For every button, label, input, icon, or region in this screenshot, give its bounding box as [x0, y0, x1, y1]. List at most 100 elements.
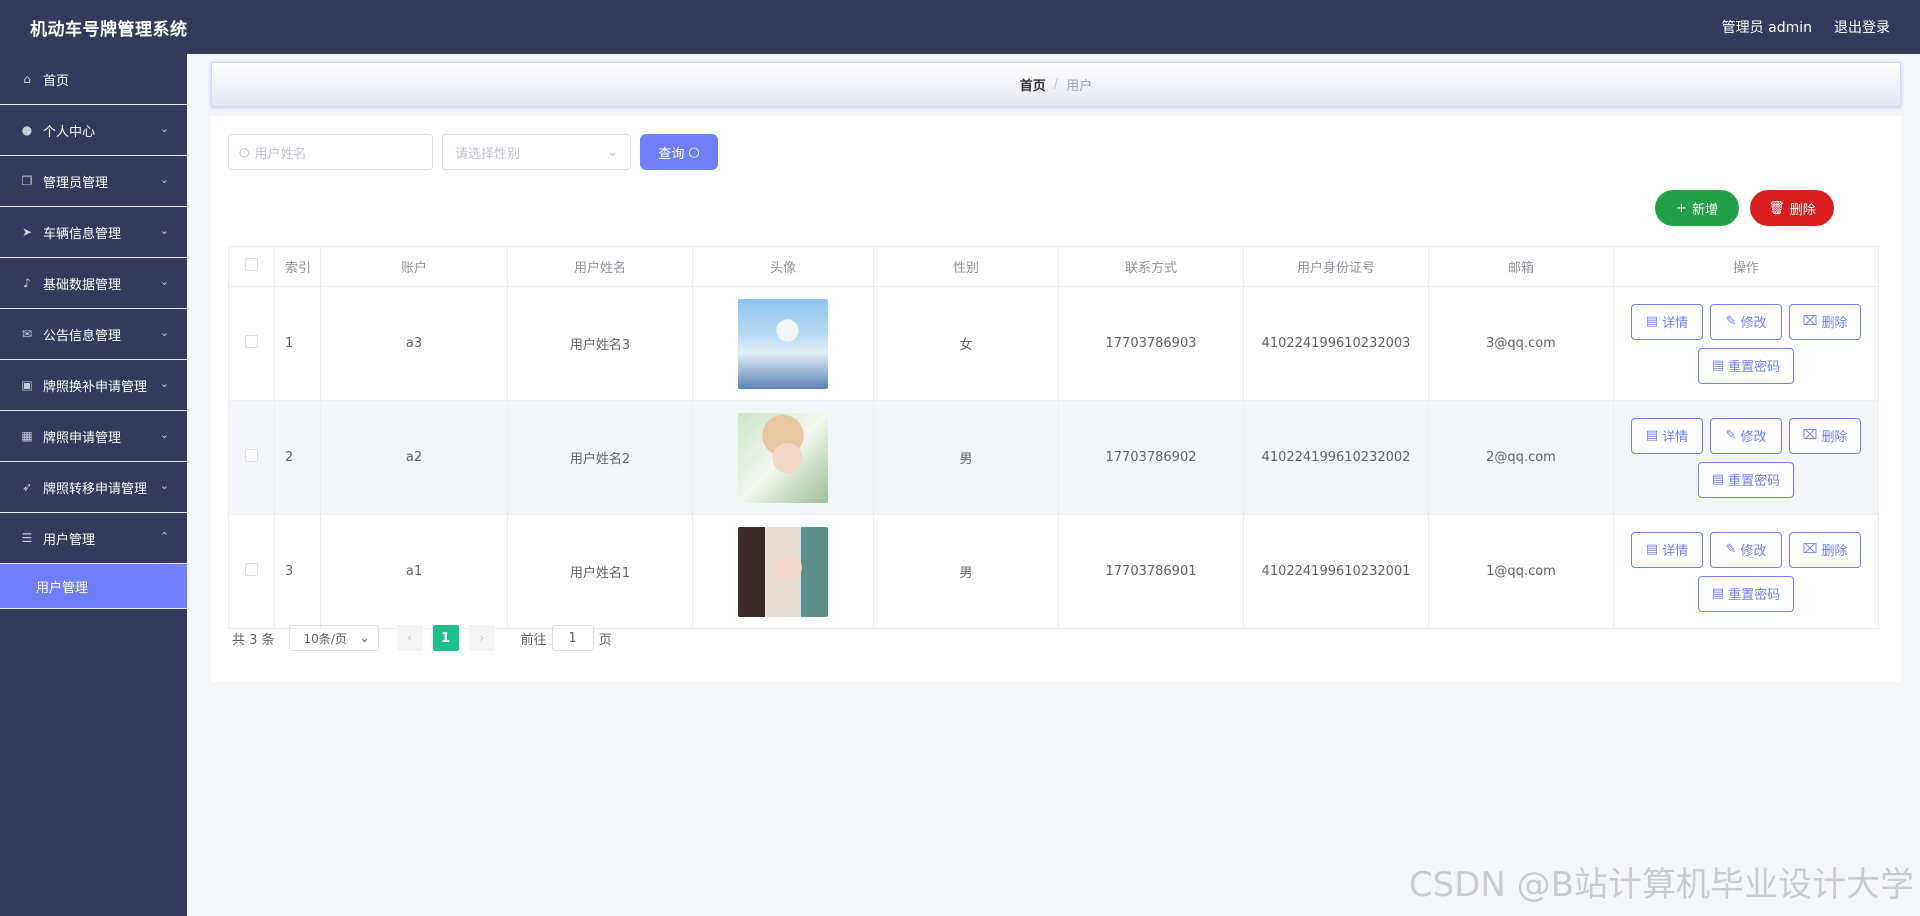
detail-button[interactable]: ▤ 详情: [1631, 417, 1703, 454]
cell-actions: ▤ 详情 ✎ 修改 ⌧ 删除 ▤ 重置密码: [1613, 514, 1879, 629]
col-account: 账户: [320, 246, 508, 287]
document-icon: ▤: [1645, 542, 1659, 557]
sidebar-item-personal[interactable]: ● 个人中心 ⌄: [0, 105, 187, 156]
total-count: 共 3 条: [232, 632, 275, 648]
detail-label: 详情: [1662, 544, 1689, 559]
sidebar-item-label: 牌照申请管理: [43, 430, 122, 446]
sidebar-item-label: 车辆信息管理: [43, 226, 122, 242]
reset-label: 重置密码: [1728, 474, 1781, 489]
add-label: 新增: [1691, 202, 1718, 218]
edit-icon: ✎: [1725, 542, 1737, 557]
sidebar-item-vehicle[interactable]: ➤ 车辆信息管理 ⌄: [0, 207, 187, 258]
edit-button[interactable]: ✎ 修改: [1710, 303, 1782, 340]
table-row: 2 a2 用户姓名2 男 17703786902 410224199610232…: [228, 400, 1879, 515]
cell-email: 1@qq.com: [1428, 514, 1614, 629]
mail-icon: ✉: [21, 327, 33, 341]
delete-button[interactable]: ⌧ 删除: [1789, 531, 1861, 568]
send-icon: ➤: [21, 225, 33, 239]
row-checkbox[interactable]: [245, 563, 258, 576]
table-row: 1 a3 用户姓名3 女 17703786903 410224199610232…: [228, 286, 1879, 401]
add-button[interactable]: + 新增: [1655, 190, 1739, 226]
prev-page-button[interactable]: ‹: [396, 625, 423, 651]
current-user[interactable]: 管理员 admin: [1722, 17, 1812, 37]
detail-button[interactable]: ▤ 详情: [1631, 303, 1703, 340]
user-icon: ●: [21, 123, 33, 137]
select-all-checkbox[interactable]: [245, 258, 258, 271]
goto-suffix: 页: [598, 632, 612, 648]
sidebar-item-apply[interactable]: ▦ 牌照申请管理 ⌄: [0, 411, 187, 462]
reset-password-button[interactable]: ▤ 重置密码: [1698, 461, 1794, 498]
edit-button[interactable]: ✎ 修改: [1710, 417, 1782, 454]
breadcrumb-home[interactable]: 首页: [1020, 75, 1046, 94]
chevron-down-icon: ⌄: [359, 631, 370, 645]
select-all-cell: [228, 246, 275, 287]
next-page-button[interactable]: ›: [468, 625, 495, 651]
row-checkbox[interactable]: [245, 449, 258, 462]
avatar: [738, 526, 828, 617]
cell-index: 2: [274, 400, 321, 515]
goto-page-input[interactable]: 1: [551, 625, 594, 651]
delete-button[interactable]: ⌧ 删除: [1789, 303, 1861, 340]
cell-idcard: 410224199610232002: [1243, 400, 1429, 515]
sidebar: ⌂ 首页 ● 个人中心 ⌄ ❐ 管理员管理 ⌄ ➤ 车辆信息管理 ⌄ ♪ 基础数…: [0, 54, 187, 916]
cell-index: 1: [274, 286, 321, 401]
chevron-right-icon: ›: [478, 630, 485, 646]
batch-delete-button[interactable]: 🗑 删除: [1750, 190, 1834, 226]
trash-icon: 🗑: [1768, 200, 1785, 216]
cell-phone: 17703786903: [1058, 286, 1244, 401]
sidebar-item-label: 牌照换补申请管理: [43, 379, 148, 395]
cell-email: 2@qq.com: [1428, 400, 1614, 515]
reset-password-button[interactable]: ▤ 重置密码: [1698, 347, 1794, 384]
sidebar-item-basedata[interactable]: ♪ 基础数据管理 ⌄: [0, 258, 187, 309]
document-icon: ▤: [1711, 472, 1725, 487]
sidebar-item-replace[interactable]: ▣ 牌照换补申请管理 ⌄: [0, 360, 187, 411]
edit-button[interactable]: ✎ 修改: [1710, 531, 1782, 568]
row-select-cell: [228, 286, 275, 401]
chevron-down-icon: ⌄: [607, 144, 618, 160]
search-icon: ○: [688, 144, 700, 160]
cell-avatar: [692, 514, 874, 629]
sidebar-item-notice[interactable]: ✉ 公告信息管理 ⌄: [0, 309, 187, 360]
breadcrumb-current: 用户: [1066, 79, 1093, 94]
cell-gender: 女: [873, 286, 1059, 401]
chevron-down-icon: ⌄: [159, 122, 169, 135]
cell-phone: 17703786901: [1058, 514, 1244, 629]
sidebar-item-label: 公告信息管理: [43, 328, 122, 344]
sidebar-item-transfer[interactable]: ➶ 牌照转移申请管理 ⌄: [0, 462, 187, 513]
delete-button[interactable]: ⌧ 删除: [1789, 417, 1861, 454]
sidebar-item-home[interactable]: ⌂ 首页: [0, 54, 187, 105]
delete-label: 删除: [1821, 316, 1848, 331]
reset-password-button[interactable]: ▤ 重置密码: [1698, 575, 1794, 612]
search-input[interactable]: ○ 用户姓名: [228, 134, 433, 170]
menu-icon: ☰: [21, 531, 33, 545]
page-size-select[interactable]: 10条/页 ⌄: [288, 625, 379, 651]
detail-button[interactable]: ▤ 详情: [1631, 531, 1703, 568]
delete-label: 删除: [1821, 544, 1848, 559]
chevron-down-icon: ⌄: [159, 479, 169, 492]
cell-name: 用户姓名1: [507, 514, 693, 629]
detail-label: 详情: [1662, 430, 1689, 445]
cell-actions: ▤ 详情 ✎ 修改 ⌧ 删除 ▤ 重置密码: [1613, 286, 1879, 401]
logout-link[interactable]: 退出登录: [1834, 17, 1890, 37]
cell-account: a2: [320, 400, 508, 515]
query-label: 查询: [658, 146, 685, 162]
sidebar-item-users[interactable]: ☰ 用户管理 ⌃: [0, 513, 187, 564]
gender-select[interactable]: 请选择性别 ⌄: [442, 134, 631, 170]
trash-icon: ⌧: [1802, 314, 1818, 329]
row-checkbox[interactable]: [245, 335, 258, 348]
avatar: [738, 412, 828, 503]
edit-icon: ✎: [1725, 314, 1737, 329]
search-bar: ○ 用户姓名 请选择性别 ⌄ 查询 ○: [228, 134, 718, 170]
page-number-current[interactable]: 1: [432, 625, 459, 651]
cell-idcard: 410224199610232001: [1243, 514, 1429, 629]
home-icon: ⌂: [23, 72, 31, 86]
reset-label: 重置密码: [1728, 360, 1781, 375]
query-button[interactable]: 查询 ○: [640, 134, 718, 170]
avatar: [738, 298, 828, 389]
trash-icon: ⌧: [1802, 428, 1818, 443]
sidebar-item-admin[interactable]: ❐ 管理员管理 ⌄: [0, 156, 187, 207]
cell-gender: 男: [873, 514, 1059, 629]
row-actions: ▤ 详情 ✎ 修改 ⌧ 删除 ▤ 重置密码: [1631, 531, 1861, 612]
reset-label: 重置密码: [1728, 588, 1781, 603]
sidebar-subitem-user-management[interactable]: 用户管理: [0, 564, 187, 609]
